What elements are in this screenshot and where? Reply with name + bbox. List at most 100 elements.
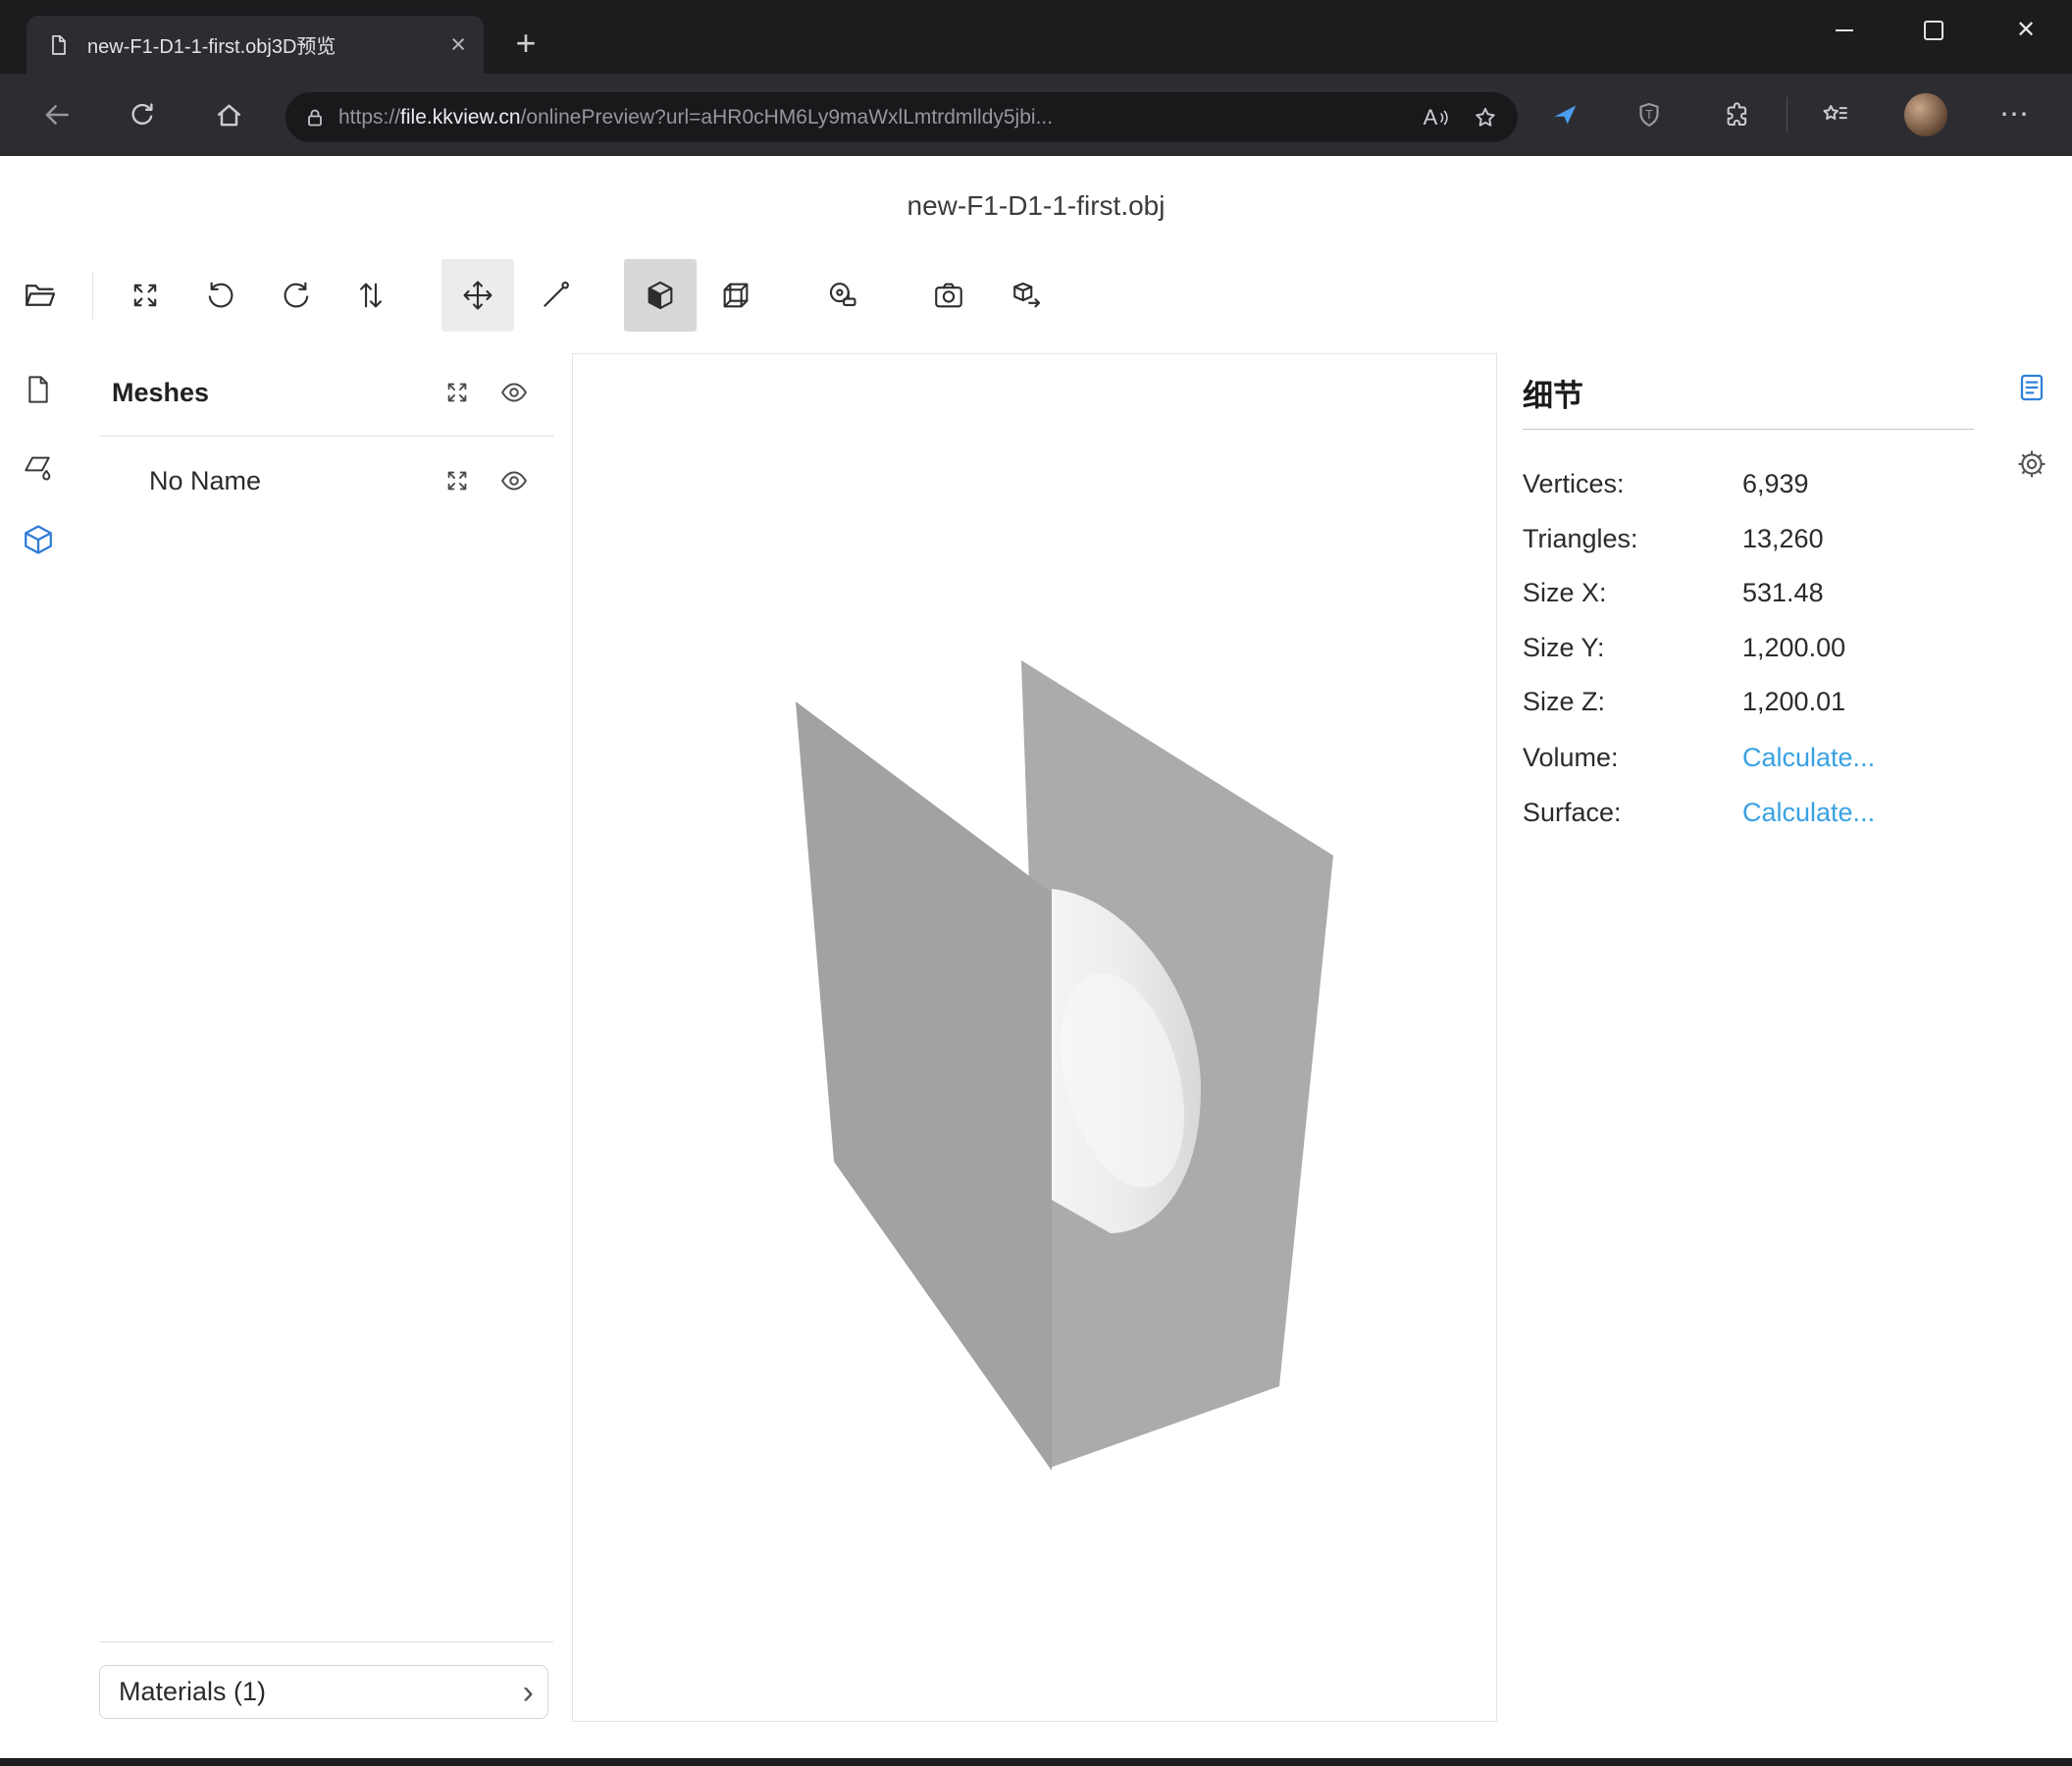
- detail-label: Triangles:: [1523, 524, 1742, 554]
- window-bottom-edge: [0, 1758, 2072, 1766]
- perspective-view-button[interactable]: [624, 259, 697, 332]
- orthographic-view-button[interactable]: [699, 259, 772, 332]
- details-list-icon: [2016, 372, 2047, 403]
- settings-gear-icon: [2016, 448, 2047, 480]
- perspective-box-icon: [644, 279, 677, 312]
- expand-all-button[interactable]: [436, 371, 479, 414]
- materials-panel-tab[interactable]: [15, 442, 62, 489]
- open-file-icon: [22, 278, 57, 313]
- up-down-arrows-button[interactable]: [335, 259, 407, 332]
- window-maximize-button[interactable]: [1901, 0, 1966, 61]
- line-tool-button[interactable]: [519, 259, 592, 332]
- file-panel-tab[interactable]: [15, 366, 62, 413]
- pan-tool-button[interactable]: [441, 259, 514, 332]
- home-button[interactable]: [205, 91, 252, 138]
- tab-strip: new-F1-D1-1-first.obj3D预览 × + ✕: [0, 0, 2072, 74]
- screenshot-button[interactable]: [912, 259, 985, 332]
- favorites-hub-button[interactable]: [1811, 91, 1858, 138]
- read-aloud-icon: A: [1424, 105, 1438, 130]
- tape-measure-button[interactable]: [805, 259, 878, 332]
- rotate-horizontal-button[interactable]: [184, 259, 257, 332]
- extensions-puzzle-icon: [1723, 100, 1752, 130]
- meshes-panel-header: Meshes: [99, 365, 553, 420]
- model-plane-left: [796, 701, 1052, 1471]
- export-model-icon: [1010, 279, 1044, 312]
- new-tab-button[interactable]: +: [504, 22, 547, 65]
- calculate-surface-link[interactable]: Calculate...: [1742, 798, 1875, 828]
- shield-extension-icon: T: [1634, 100, 1664, 130]
- url-domain: file.kkview.cn: [400, 106, 521, 129]
- url-path: /onlinePreview?url=aHR0cHM6Ly9maWxlLmtrd…: [521, 106, 1054, 129]
- rotate-vertical-button[interactable]: [260, 259, 333, 332]
- refresh-icon: [128, 100, 157, 130]
- detail-value: 1,200.01: [1742, 687, 1845, 717]
- favorites-hub-icon: [1820, 100, 1849, 130]
- detail-value: 13,260: [1742, 524, 1824, 554]
- more-options-icon: ⋯: [1999, 100, 2029, 130]
- expand-all-icon: [443, 379, 471, 406]
- pan-move-icon: [461, 279, 494, 312]
- viewport-3d[interactable]: [572, 353, 1497, 1722]
- detail-label: Size Z:: [1523, 687, 1742, 717]
- detail-value: 1,200.00: [1742, 633, 1845, 663]
- settings-button[interactable]: [2008, 441, 2055, 488]
- back-icon: [41, 99, 73, 130]
- materials-label: Materials (1): [119, 1677, 523, 1707]
- detail-label: Size X:: [1523, 578, 1742, 608]
- calculate-volume-link[interactable]: Calculate...: [1742, 743, 1875, 773]
- url-protocol: https://: [338, 106, 400, 129]
- refresh-button[interactable]: [119, 91, 166, 138]
- detail-label: Size Y:: [1523, 633, 1742, 663]
- details-divider: [1523, 429, 1974, 430]
- favorite-star-button[interactable]: [1461, 96, 1510, 139]
- sound-waves-icon: [1439, 106, 1449, 130]
- detail-row-size-y: Size Y: 1,200.00: [1523, 620, 1974, 675]
- fit-view-button[interactable]: [109, 259, 181, 332]
- shield-letter: T: [1645, 108, 1653, 122]
- visibility-toggle-button[interactable]: [492, 371, 536, 414]
- detail-value: 531.48: [1742, 578, 1824, 608]
- model-canvas: [573, 354, 1496, 1721]
- more-options-button[interactable]: ⋯: [1991, 91, 2038, 138]
- materials-button[interactable]: Materials (1) ›: [99, 1665, 548, 1719]
- url-text: https://file.kkview.cn/onlinePreview?url…: [338, 106, 1412, 130]
- profile-avatar[interactable]: [1904, 93, 1947, 136]
- extension-blue-icon: [1550, 100, 1580, 130]
- mesh-list-item[interactable]: No Name: [99, 453, 553, 508]
- tab-close-icon[interactable]: ×: [446, 31, 470, 58]
- file-title: new-F1-D1-1-first.obj: [0, 190, 2072, 222]
- model-panel-tab[interactable]: [15, 516, 62, 563]
- meshes-panel-title: Meshes: [112, 378, 436, 408]
- shield-extension-button[interactable]: T: [1626, 91, 1673, 138]
- fit-view-icon: [129, 279, 162, 312]
- materials-panel-icon: [23, 449, 54, 481]
- lock-icon: [291, 96, 338, 139]
- browser-tab[interactable]: new-F1-D1-1-first.obj3D预览 ×: [26, 16, 484, 74]
- extension-blue-button[interactable]: [1541, 91, 1588, 138]
- details-panel-title: 细节: [1523, 371, 1583, 415]
- chevron-right-icon: ›: [523, 1676, 534, 1709]
- read-aloud-button[interactable]: A: [1412, 96, 1461, 139]
- address-bar[interactable]: https://file.kkview.cn/onlinePreview?url…: [285, 92, 1518, 142]
- visibility-eye-icon: [499, 378, 529, 407]
- maximize-icon: [1924, 21, 1943, 40]
- mesh-visibility-button[interactable]: [492, 459, 536, 502]
- panel-divider: [99, 1641, 553, 1642]
- detail-value: 6,939: [1742, 469, 1809, 499]
- open-file-button[interactable]: [3, 259, 76, 332]
- close-icon: ✕: [2016, 19, 2036, 42]
- window-close-button[interactable]: ✕: [1994, 0, 2058, 61]
- export-model-button[interactable]: [991, 259, 1063, 332]
- focus-mesh-button[interactable]: [436, 459, 479, 502]
- expand-all-icon: [443, 467, 471, 494]
- detail-row-vertices: Vertices: 6,939: [1523, 456, 1974, 511]
- window-minimize-button[interactable]: [1812, 0, 1877, 61]
- details-panel-tab[interactable]: [2008, 364, 2055, 411]
- extensions-button[interactable]: [1714, 91, 1761, 138]
- back-button[interactable]: [33, 91, 80, 138]
- detail-label: Volume:: [1523, 743, 1742, 773]
- detail-label: Surface:: [1523, 798, 1742, 828]
- detail-row-volume: Volume: Calculate...: [1523, 730, 1974, 785]
- line-tool-icon: [539, 279, 572, 312]
- browser-toolbar: https://file.kkview.cn/onlinePreview?url…: [0, 74, 2072, 156]
